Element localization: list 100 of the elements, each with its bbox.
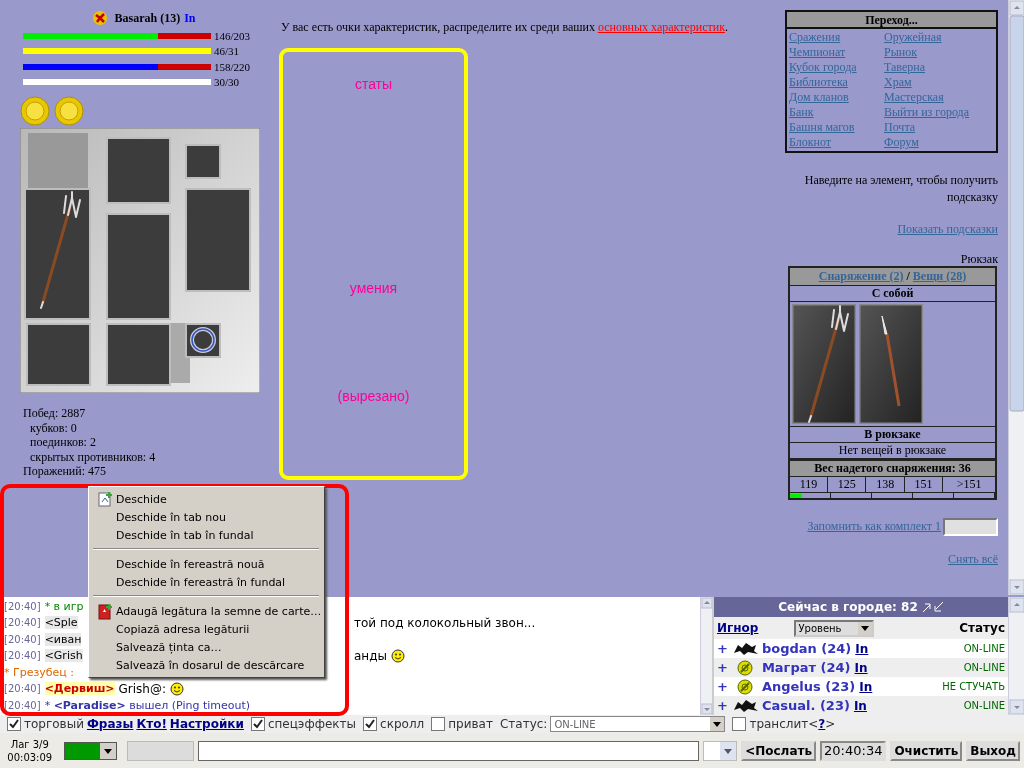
chat-time: [20:40] — [4, 633, 41, 645]
checkbox[interactable] — [363, 717, 378, 731]
bookmark-icon — [97, 604, 113, 620]
chat-menu-link[interactable]: Настройки — [169, 717, 244, 731]
status-label: Статус: — [499, 717, 548, 731]
chat-nick[interactable]: <иван — [44, 632, 82, 646]
chat-time: [20:40] — [4, 699, 41, 711]
chat-time: [20:40] — [4, 650, 41, 662]
user-status: ON-LINE — [963, 700, 1005, 711]
chat-text: анды — [354, 648, 387, 663]
user-name[interactable]: Casual. (23) — [761, 698, 850, 713]
stat-reading: 146/203 — [214, 29, 251, 42]
character-name: Basarah (13) — [114, 10, 181, 26]
coin-icon — [20, 96, 50, 126]
chat-text: * Грезубец : — [4, 665, 75, 679]
set-name-field[interactable] — [943, 517, 998, 536]
chat-nick[interactable]: <Дервиш> — [44, 682, 115, 696]
annotation-label: статы — [354, 76, 393, 92]
clan-dragon-icon — [731, 697, 758, 714]
trident-item-icon[interactable] — [792, 303, 856, 424]
weight-threshold: 125 — [827, 476, 866, 492]
menu-item[interactable]: Copiază adresa legăturii — [91, 620, 322, 638]
sort-select[interactable]: Уровень — [794, 619, 875, 637]
chat-time: [20:40] — [4, 683, 41, 695]
weight-threshold: 151 — [904, 476, 943, 492]
user-name[interactable]: bogdan (24) — [761, 641, 852, 656]
chat-nick[interactable]: <Grish — [44, 649, 83, 663]
lag-indicator: Лаг 3/9 — [9, 737, 50, 751]
expand-toggle[interactable]: + — [717, 679, 728, 694]
ignore-link[interactable]: Игнор — [717, 621, 759, 635]
navigation-title: Переход... — [787, 12, 996, 29]
status-header: Статус — [959, 621, 1005, 635]
menu-item[interactable]: Deschide în tab în fundal — [91, 526, 322, 544]
notice-text: У вас есть очки характеристик, распределите их среди ваших основных характеристик. — [281, 20, 730, 35]
phrase-select[interactable] — [702, 740, 738, 761]
section-title: С собой — [789, 285, 996, 301]
message-input[interactable] — [197, 740, 699, 761]
scrollbar[interactable] — [1009, 597, 1024, 715]
menu-item[interactable]: Deschide în fereastră nouă — [91, 555, 322, 573]
chat-nick[interactable]: <Sple — [44, 616, 78, 630]
chat-time: [20:40] — [4, 600, 41, 612]
checkbox[interactable] — [431, 717, 446, 731]
online-count: Сейчас в городе: 82 — [778, 600, 918, 614]
hint-text: Наведите на элемент, чтобы получить подсказку — [803, 172, 998, 206]
arrows-icon[interactable] — [921, 601, 944, 613]
checkbox-label: приват — [448, 717, 493, 731]
expand-toggle[interactable]: + — [717, 698, 728, 713]
user-info-link[interactable]: In — [854, 660, 868, 675]
scrollbar[interactable] — [1009, 0, 1024, 595]
clear-button[interactable]: Очистить — [890, 740, 963, 761]
checkbox-label: транслит — [749, 717, 809, 731]
menu-item[interactable]: Adaugă legătura la semne de carte… — [91, 602, 322, 620]
send-button[interactable]: <Послать — [741, 740, 817, 761]
user-row[interactable]: + Casual. (23) In ON-LINE — [714, 696, 1008, 715]
stat-line: Побед: 2887 — [23, 406, 87, 421]
menu-item[interactable]: Deschide — [91, 490, 322, 508]
menu-item[interactable]: Salvează ținta ca… — [91, 638, 322, 656]
user-info-link[interactable]: In — [855, 641, 869, 656]
stat-line: скрытых противников: 4 — [29, 449, 157, 464]
tab-separator: / — [905, 268, 911, 283]
checkbox-label: скролл — [380, 717, 425, 731]
clan-dragon-icon — [731, 640, 758, 657]
chat-text: * в игр — [44, 599, 84, 613]
checkbox[interactable] — [732, 717, 747, 731]
chat-menu-link[interactable]: Фразы — [86, 717, 134, 731]
menu-item[interactable]: Salvează în dosarul de descărcare — [91, 656, 322, 674]
chat-text: той под колокольный звон... — [354, 615, 536, 630]
stat-reading: 158/220 — [214, 60, 251, 73]
status-select[interactable]: ON-LINE — [550, 716, 726, 732]
chat-text: * <Paradise> вышел (Ping timeout) — [44, 698, 251, 712]
user-name[interactable]: Маграт (24) — [761, 660, 851, 675]
user-row[interactable]: + Маграт (24) In ON-LINE — [714, 658, 1008, 677]
weight-threshold: 119 — [789, 476, 828, 492]
checkbox[interactable] — [7, 717, 21, 731]
private-nick-field[interactable] — [126, 740, 194, 761]
spear-item-icon[interactable] — [859, 303, 923, 424]
menu-item[interactable]: Deschide în tab nou — [91, 508, 322, 526]
page-icon — [97, 492, 113, 508]
user-info-link[interactable]: In — [859, 679, 873, 694]
chat-text: Grish@: — [118, 681, 166, 696]
expand-toggle[interactable]: + — [717, 641, 728, 656]
exit-button[interactable]: Выход — [966, 740, 1020, 761]
help-link[interactable]: ? — [818, 717, 826, 731]
user-info-link[interactable]: In — [853, 698, 867, 713]
color-select[interactable] — [63, 741, 117, 760]
checkbox[interactable] — [250, 717, 265, 731]
expand-toggle[interactable]: + — [717, 660, 728, 675]
checkbox-label: торговый — [24, 717, 84, 731]
annotation-label: умения — [349, 280, 398, 296]
session-timer: 00:03:09 — [6, 750, 54, 764]
menu-item[interactable]: Deschide în fereastră în fundal — [91, 573, 322, 591]
chat-menu-link[interactable]: Кто! — [136, 717, 167, 731]
user-name[interactable]: Angelus (23) — [761, 679, 856, 694]
user-status: ON-LINE — [963, 662, 1005, 673]
scrollbar[interactable] — [701, 597, 713, 715]
backpack-title: Рюкзак — [960, 252, 998, 266]
user-status: НЕ СТУЧАТЬ — [942, 681, 1005, 692]
weight-title: Вес надетого снаряжения: 36 — [789, 459, 996, 476]
annotation-label: (вырезано) — [337, 388, 410, 404]
stat-reading: 30/30 — [214, 76, 240, 89]
